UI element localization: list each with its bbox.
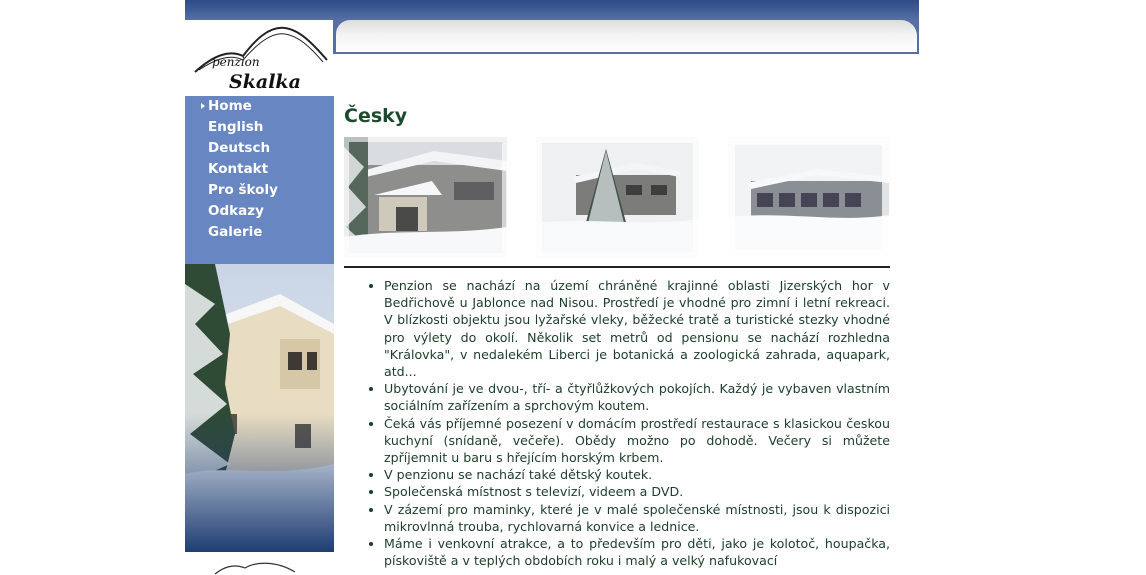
page-title: Česky [344,105,408,127]
list-item: Společenská místnost s televizí, videem … [384,483,890,500]
list-item: Ubytování je ve dvou-, tří- a čtyřlůžkov… [384,380,890,414]
sidebar-nav: Home English Deutsch Kontakt Pro školy O… [185,96,334,264]
gallery-thumb-house-front[interactable] [344,137,507,258]
gallery-thumb-restaurant[interactable] [727,137,890,258]
logo-small-text: penzion [212,55,260,69]
sidebar-house-photo [185,264,334,552]
list-item: Penzion se nachází na území chráněné kra… [384,277,890,380]
header-tab [336,20,917,52]
site-logo[interactable]: penzion Skalka [185,20,333,96]
header-band [185,0,919,20]
info-list: Penzion se nachází na území chráněné kra… [344,277,890,569]
content-divider [344,266,890,268]
nav-item-deutsch[interactable]: Deutsch [208,138,270,158]
nav-item-english[interactable]: English [208,117,263,137]
nav-item-odkazy[interactable]: Odkazy [208,201,264,221]
gallery-thumb-house-trees[interactable] [536,137,699,258]
nav-item-galerie[interactable]: Galerie [208,222,262,242]
logo-big-text: Skalka [229,71,301,93]
nav-item-kontakt[interactable]: Kontakt [208,159,268,179]
footer-logo-fragment [205,560,305,575]
list-item: V penzionu se nachází také dětský koutek… [384,466,890,483]
list-item: Máme i venkovní atrakce, a to především … [384,535,890,569]
nav-item-home[interactable]: Home [208,96,252,116]
nav-item-pro-skoly[interactable]: Pro školy [208,180,278,200]
page: penzion Skalka Home English Deutsch Kont… [0,0,1146,575]
logo-mountain-graphic: penzion Skalka [194,26,328,93]
list-item: V zázemí pro maminky, které je v malé sp… [384,501,890,535]
list-item: Čeká vás příjemné posezení v domácím pro… [384,415,890,467]
nav-active-arrow-icon [201,103,205,109]
